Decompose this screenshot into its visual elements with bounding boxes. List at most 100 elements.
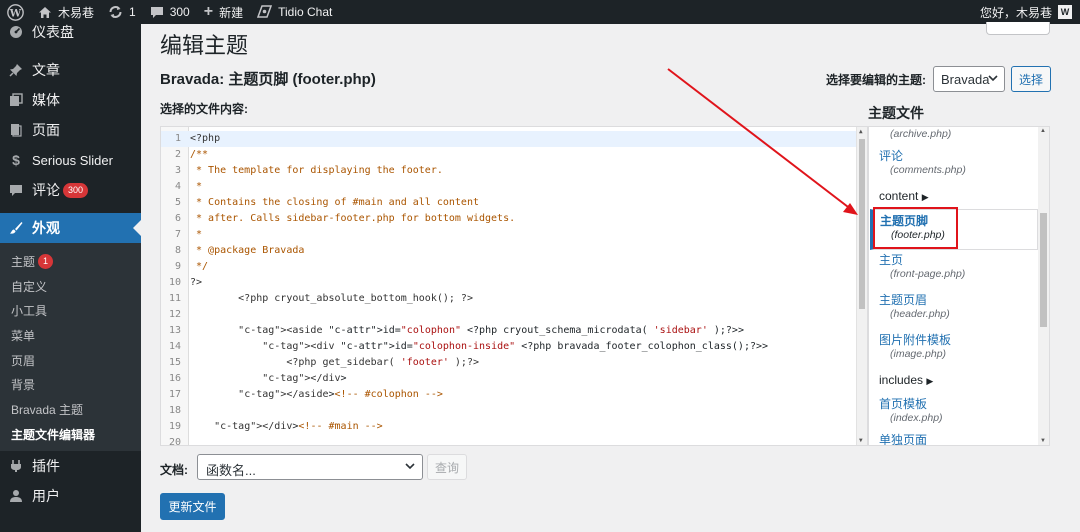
code-line[interactable]: 17 "c-tag"></aside><!-- #colophon --> bbox=[161, 387, 857, 403]
file-list-item[interactable]: 图片附件模板 (image.php) bbox=[869, 333, 1039, 361]
code-line[interactable]: 3 * The template for displaying the foot… bbox=[161, 163, 857, 179]
plugin-icon bbox=[8, 458, 24, 474]
sidebar-item-users[interactable]: 用户 bbox=[0, 481, 141, 511]
avatar: W bbox=[1058, 5, 1072, 19]
file-list-item[interactable]: 单独页面 bbox=[869, 433, 1039, 445]
code-line[interactable]: 5 * Contains the closing of #main and al… bbox=[161, 195, 857, 211]
code-line[interactable]: 1 <?php bbox=[161, 131, 857, 147]
code-line[interactable]: 20 bbox=[161, 435, 857, 445]
submenu-menus[interactable]: 菜单 bbox=[0, 323, 141, 348]
sidebar-item-appearance[interactable]: 外观 bbox=[0, 213, 141, 243]
submenu-background[interactable]: 背景 bbox=[0, 372, 141, 397]
code-text: "c-tag"></div><!-- #main --> bbox=[214, 421, 383, 432]
file-list-item[interactable]: 主题页眉 (header.php) bbox=[869, 293, 1039, 321]
code-line[interactable]: 2 /** bbox=[161, 147, 857, 163]
code-text: * The template for displaying the footer… bbox=[190, 165, 443, 176]
sidebar-item-label: 文章 bbox=[32, 62, 60, 78]
code-line[interactable]: 15 <?php get_sidebar( 'footer' );?> bbox=[161, 355, 857, 371]
submenu-theme-file-editor[interactable]: 主题文件编辑器 bbox=[0, 422, 141, 447]
documentation-label: 文档: bbox=[160, 463, 188, 477]
code-text: <?php get_sidebar( 'footer' );?> bbox=[190, 357, 479, 368]
code-line[interactable]: 12 bbox=[161, 307, 857, 323]
file-list-scroll-thumb[interactable] bbox=[1040, 213, 1047, 327]
code-line[interactable]: 11 <?php cryout_absolute_bottom_hook(); … bbox=[161, 291, 857, 307]
scroll-up-icon[interactable]: ▲ bbox=[859, 128, 863, 135]
slider-icon: $ bbox=[12, 152, 20, 168]
update-file-button[interactable]: 更新文件 bbox=[160, 493, 225, 520]
svg-text:W: W bbox=[9, 7, 22, 19]
sidebar-item-label: 插件 bbox=[32, 457, 60, 474]
sidebar-item-media[interactable]: 媒体 bbox=[0, 85, 141, 115]
sidebar-item-label: 用户 bbox=[32, 487, 60, 504]
function-select[interactable]: 函数名... bbox=[197, 454, 423, 480]
lookup-button[interactable]: 查询 bbox=[427, 454, 467, 480]
file-name: (index.php) bbox=[890, 412, 943, 424]
submenu-themes[interactable]: 主题 1 bbox=[0, 249, 141, 274]
theme-files-title: 主题文件 bbox=[868, 105, 924, 121]
admin-bar-account[interactable]: 您好，木易巷 W bbox=[980, 4, 1080, 21]
code-line[interactable]: 7 * bbox=[161, 227, 857, 243]
submenu-customize[interactable]: 自定义 bbox=[0, 274, 141, 299]
admin-bar-new[interactable]: + 新建 bbox=[197, 0, 250, 24]
code-editor[interactable]: 1 <?php 2 /** 3 * The template for displayin… bbox=[160, 126, 868, 446]
code-line[interactable]: 10 ?> bbox=[161, 275, 857, 291]
editor-scrollbar[interactable]: ▲ ▼ bbox=[856, 127, 867, 445]
folder-label: includes ▶ bbox=[879, 373, 934, 387]
file-list-scrollbar[interactable]: ▲ ▼ bbox=[1038, 127, 1049, 445]
comment-icon bbox=[150, 6, 164, 19]
submenu-widgets[interactable]: 小工具 bbox=[0, 298, 141, 323]
file-list-folder[interactable]: includes ▶ bbox=[869, 373, 1039, 387]
select-theme-button[interactable]: 选择 bbox=[1011, 66, 1051, 92]
admin-bar-comments[interactable]: 300 bbox=[143, 0, 197, 24]
line-number: 18 bbox=[168, 405, 181, 416]
sidebar-item-label: 页面 bbox=[32, 122, 60, 138]
code-line[interactable]: 14 "c-tag"><div "c-attr">id="colophon-in… bbox=[161, 339, 857, 355]
line-number: 19 bbox=[168, 421, 181, 432]
line-number: 5 bbox=[174, 197, 181, 208]
code-line[interactable]: 9 */ bbox=[161, 259, 857, 275]
file-label: 评论 bbox=[879, 149, 904, 163]
code-line[interactable]: 4 * bbox=[161, 179, 857, 195]
file-list-item[interactable]: 首页模板 (index.php) bbox=[869, 397, 1039, 425]
sidebar-item-posts[interactable]: 文章 bbox=[0, 55, 141, 85]
code-line[interactable]: 8 * @package Bravada bbox=[161, 243, 857, 259]
sidebar-item-plugins[interactable]: 插件 bbox=[0, 451, 141, 481]
pin-icon bbox=[8, 62, 24, 78]
scroll-down-icon[interactable]: ▼ bbox=[859, 437, 863, 444]
help-tab[interactable] bbox=[986, 22, 1050, 35]
submenu-bravada-theme[interactable]: Bravada 主题 bbox=[0, 397, 141, 422]
theme-select[interactable]: Bravada bbox=[933, 66, 1005, 92]
line-number: 12 bbox=[168, 309, 181, 320]
scroll-up-icon[interactable]: ▲ bbox=[1040, 128, 1046, 134]
admin-bar-tidio[interactable]: Tidio Chat bbox=[250, 0, 339, 24]
line-number: 17 bbox=[168, 389, 181, 400]
sidebar-item-pages[interactable]: 页面 bbox=[0, 115, 141, 145]
line-number: 14 bbox=[168, 341, 181, 352]
caret-right-icon: ▶ bbox=[921, 192, 929, 202]
line-number: 2 bbox=[174, 149, 181, 160]
line-number: 13 bbox=[168, 325, 181, 336]
file-list-item[interactable]: 主页 (front-page.php) bbox=[869, 253, 1039, 281]
editor-scroll-thumb[interactable] bbox=[859, 139, 865, 309]
function-select-value: 函数名... bbox=[206, 463, 256, 478]
file-list-item[interactable]: 评论 (comments.php) bbox=[869, 149, 1039, 177]
code-text: */ bbox=[190, 261, 209, 272]
code-text: * bbox=[190, 229, 203, 240]
content-label: 选择的文件内容: bbox=[160, 102, 248, 116]
sidebar-item-serious-slider[interactable]: $ Serious Slider bbox=[0, 145, 141, 175]
code-line[interactable]: 13 "c-tag"><aside "c-attr">id="colophon"… bbox=[161, 323, 857, 339]
file-list-folder[interactable]: content ▶ bbox=[869, 189, 1039, 203]
updates-icon bbox=[108, 5, 123, 19]
code-text: /** bbox=[190, 149, 209, 160]
code-line[interactable]: 16 "c-tag"></div> bbox=[161, 371, 857, 387]
comment-icon bbox=[8, 182, 24, 198]
code-line[interactable]: 6 * after. Calls sidebar-footer.php for … bbox=[161, 211, 857, 227]
sidebar-item-dashboard[interactable]: 仪表盘 bbox=[0, 21, 141, 43]
submenu-header[interactable]: 页眉 bbox=[0, 348, 141, 373]
site-name: 木易巷 bbox=[58, 5, 95, 20]
scroll-down-icon[interactable]: ▼ bbox=[1040, 438, 1046, 444]
file-list-item[interactable]: (archive.php) bbox=[869, 127, 1039, 141]
sidebar-item-comments[interactable]: 评论 300 bbox=[0, 175, 141, 205]
code-line[interactable]: 18 bbox=[161, 403, 857, 419]
code-line[interactable]: 19 "c-tag"></div><!-- #main --> bbox=[161, 419, 857, 435]
